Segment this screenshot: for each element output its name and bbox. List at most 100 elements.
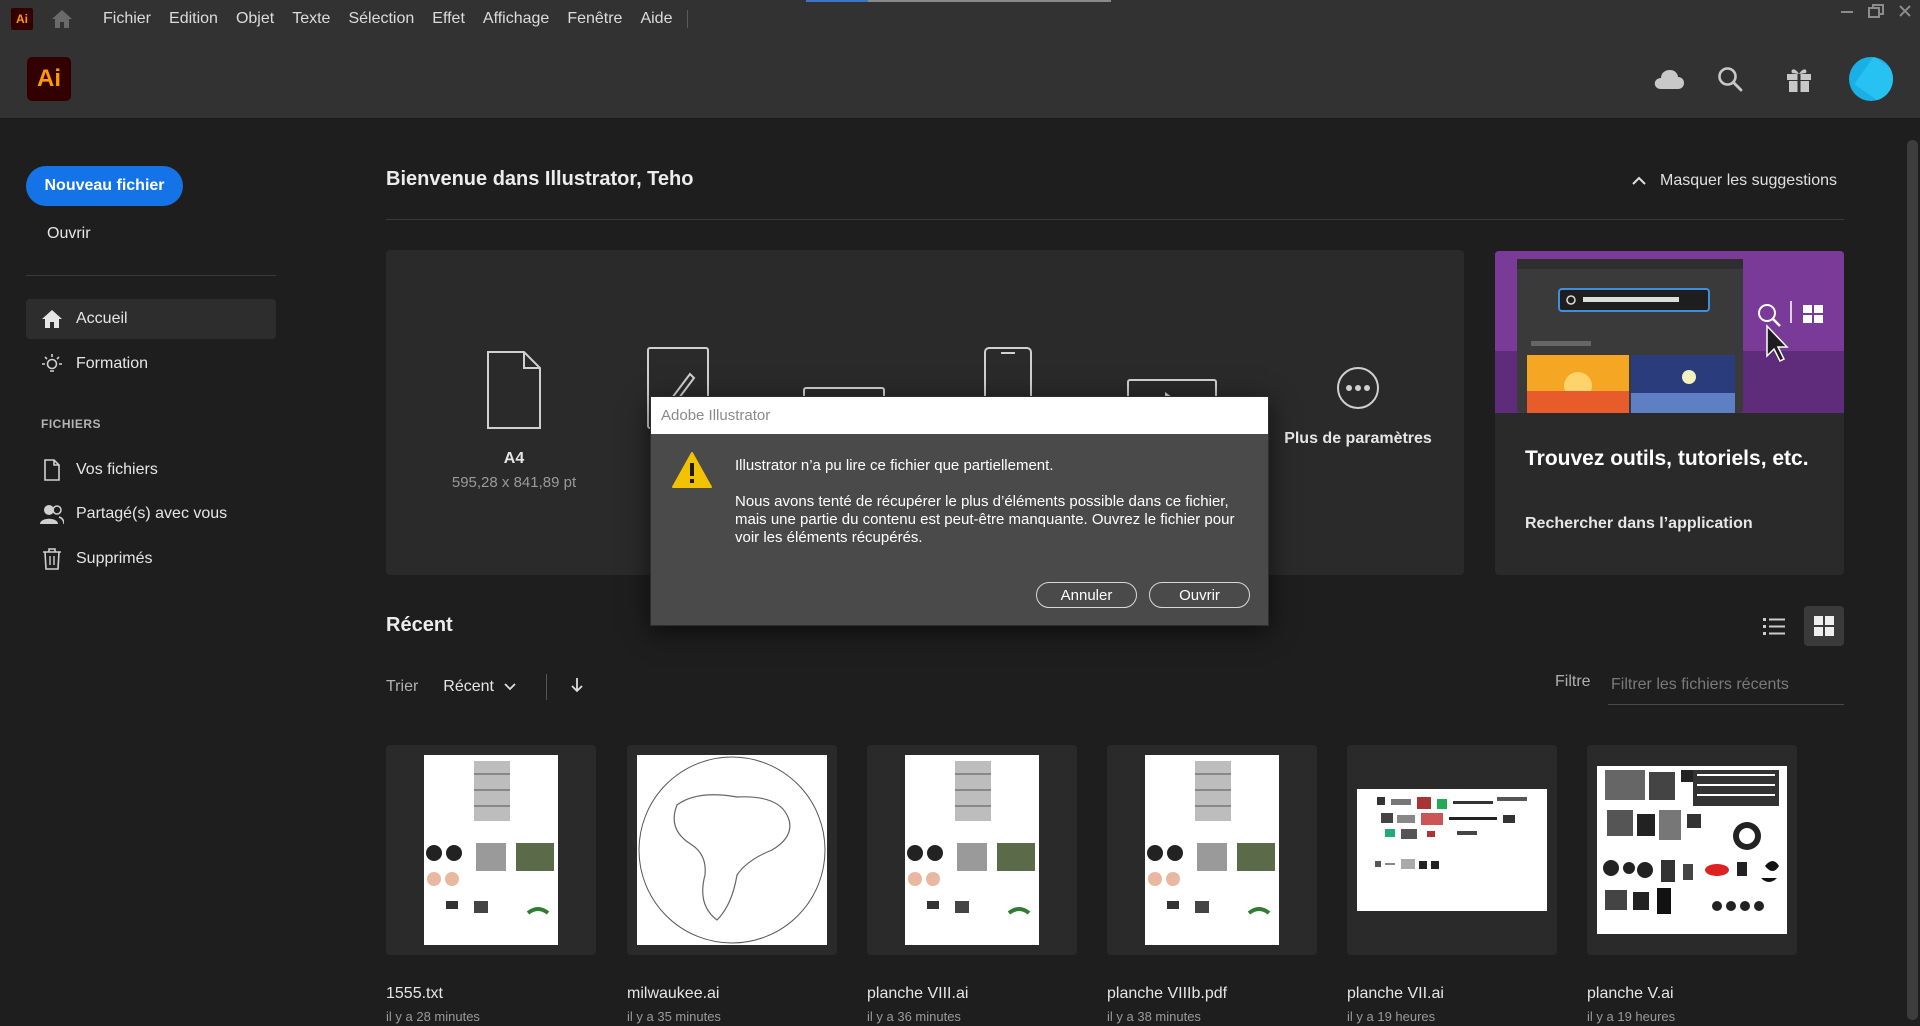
files-section-heading: FICHIERS xyxy=(41,417,102,431)
cloud-icon[interactable] xyxy=(1653,63,1685,95)
gift-icon[interactable] xyxy=(1783,63,1815,95)
preset-more-settings[interactable]: Plus de paramètres xyxy=(1258,350,1458,448)
menu-edition[interactable]: Edition xyxy=(160,10,227,28)
list-view-icon[interactable] xyxy=(1756,608,1792,644)
dialog-message-secondary: Nous avons tenté de récupérer le plus d’… xyxy=(735,493,1235,546)
loading-bar xyxy=(806,0,1111,2)
sidebar-item-label: Accueil xyxy=(76,310,128,327)
people-icon xyxy=(40,502,64,526)
search-in-app-link[interactable]: Rechercher dans l’application xyxy=(1525,515,1753,533)
recent-file-card[interactable]: planche VIIIb.pdf il y a 38 minutes xyxy=(1107,745,1317,1024)
preset-name: A4 xyxy=(503,450,525,467)
file-time: il y a 28 minutes xyxy=(386,1009,480,1024)
more-icon xyxy=(1258,350,1458,410)
app-icon: Ai xyxy=(11,7,33,30)
file-time: il y a 38 minutes xyxy=(1107,1009,1201,1024)
new-file-button[interactable]: Nouveau fichier xyxy=(26,166,183,206)
file-time: il y a 35 minutes xyxy=(627,1009,721,1024)
recent-file-card[interactable]: milwaukee.ai il y a 35 minutes xyxy=(627,745,837,1024)
partial-read-dialog: Adobe Illustrator Illustrator n’a pu lir… xyxy=(650,396,1269,626)
menu-separator xyxy=(687,9,689,28)
promo-illustration xyxy=(1495,251,1844,413)
recent-file-card[interactable]: planche VII.ai il y a 19 heures xyxy=(1347,745,1557,1024)
recent-file-card[interactable]: planche VIII.ai il y a 36 minutes xyxy=(867,745,1077,1024)
warning-icon xyxy=(671,451,713,494)
sort-label: Trier xyxy=(386,678,419,695)
sidebar-item-label: Formation xyxy=(76,355,149,372)
sort-separator xyxy=(546,674,547,700)
menu-list: Fichier Edition Objet Texte Sélection Ef… xyxy=(94,10,681,28)
menu-objet[interactable]: Objet xyxy=(227,10,283,28)
sidebar-item-label: Supprimés xyxy=(76,550,153,567)
sort-controls: Trier Récent xyxy=(386,674,583,700)
window-controls xyxy=(1840,0,1912,26)
illustrator-logo: Ai xyxy=(27,57,71,101)
file-icon xyxy=(40,458,64,482)
file-time: il y a 19 heures xyxy=(1587,1009,1676,1024)
grid-view-icon[interactable] xyxy=(1804,606,1844,646)
sort-value: Récent xyxy=(443,678,494,695)
scrollbar-thumb[interactable] xyxy=(1907,140,1918,1020)
illustrator-home-screen: Ai Fichier Edition Objet Texte Sélection… xyxy=(0,0,1920,1026)
sidebar-item-label: Vos fichiers xyxy=(76,461,158,478)
filter-input[interactable] xyxy=(1608,665,1844,705)
close-icon[interactable] xyxy=(1898,4,1912,23)
filter-label: Filtre xyxy=(1555,673,1591,690)
cancel-button[interactable]: Annuler xyxy=(1036,582,1137,608)
chevron-down-icon xyxy=(504,683,516,691)
sidebar-item-label: Partagé(s) avec vous xyxy=(76,505,228,522)
sidebar-item-partages[interactable]: Partagé(s) avec vous xyxy=(26,494,276,534)
file-time: il y a 36 minutes xyxy=(867,1009,961,1024)
chevron-up-icon xyxy=(1632,176,1646,185)
document-icon xyxy=(444,350,584,430)
file-name: planche V.ai xyxy=(1587,985,1674,1002)
hide-suggestions-button[interactable]: Masquer les suggestions xyxy=(1632,172,1837,190)
menu-selection[interactable]: Sélection xyxy=(339,10,423,28)
sidebar-item-formation[interactable]: Formation xyxy=(26,344,276,384)
menu-bar: Ai Fichier Edition Objet Texte Sélection… xyxy=(0,0,1920,37)
sidebar-item-accueil[interactable]: Accueil xyxy=(26,299,276,339)
hide-suggestions-label: Masquer les suggestions xyxy=(1660,172,1837,189)
trash-icon xyxy=(40,547,64,571)
discover-panel[interactable]: Trouvez outils, tutoriels, etc. Recherch… xyxy=(1495,251,1844,575)
menu-affichage[interactable]: Affichage xyxy=(474,10,558,28)
menu-fichier[interactable]: Fichier xyxy=(94,10,160,28)
search-icon[interactable] xyxy=(1714,63,1746,95)
lightbulb-icon xyxy=(40,352,64,376)
menu-texte[interactable]: Texte xyxy=(283,10,339,28)
sort-dropdown[interactable]: Récent xyxy=(443,678,516,696)
sort-direction-icon[interactable] xyxy=(571,677,583,698)
dialog-message-primary: Illustrator n’a pu lire ce fichier que p… xyxy=(735,457,1054,474)
recent-title: Récent xyxy=(386,614,453,636)
restore-icon[interactable] xyxy=(1868,3,1884,23)
file-name: planche VIII.ai xyxy=(867,985,969,1002)
recent-file-card[interactable]: planche V.ai il y a 19 heures xyxy=(1587,745,1797,1024)
recent-file-card[interactable]: 1555.txt il y a 28 minutes xyxy=(386,745,596,1024)
file-name: milwaukee.ai xyxy=(627,985,720,1002)
sidebar-divider xyxy=(26,275,276,276)
preset-a4[interactable]: A4 595,28 x 841,89 pt xyxy=(444,350,584,491)
sidebar-item-supprimes[interactable]: Supprimés xyxy=(26,539,276,579)
promo-title: Trouvez outils, tutoriels, etc. xyxy=(1525,447,1809,470)
file-thumbnail xyxy=(386,745,596,955)
main-divider xyxy=(386,219,1844,220)
home-icon xyxy=(40,307,64,331)
app-header: Ai xyxy=(0,37,1920,119)
menu-fenetre[interactable]: Fenêtre xyxy=(558,10,631,28)
menu-aide[interactable]: Aide xyxy=(631,10,681,28)
minimize-icon[interactable] xyxy=(1840,4,1854,23)
file-thumbnail xyxy=(867,745,1077,955)
user-avatar[interactable] xyxy=(1849,57,1893,101)
dialog-title: Adobe Illustrator xyxy=(651,397,1268,434)
welcome-title: Bienvenue dans Illustrator, Teho xyxy=(386,168,694,190)
home-icon[interactable] xyxy=(47,4,77,34)
open-link[interactable]: Ouvrir xyxy=(47,225,91,243)
file-thumbnail xyxy=(1107,745,1317,955)
file-thumbnail xyxy=(1587,745,1797,955)
menu-effet[interactable]: Effet xyxy=(423,10,474,28)
file-name: planche VII.ai xyxy=(1347,985,1444,1002)
file-thumbnail xyxy=(1347,745,1557,955)
open-button[interactable]: Ouvrir xyxy=(1149,582,1250,608)
file-name: 1555.txt xyxy=(386,985,443,1002)
sidebar-item-vos-fichiers[interactable]: Vos fichiers xyxy=(26,450,276,490)
